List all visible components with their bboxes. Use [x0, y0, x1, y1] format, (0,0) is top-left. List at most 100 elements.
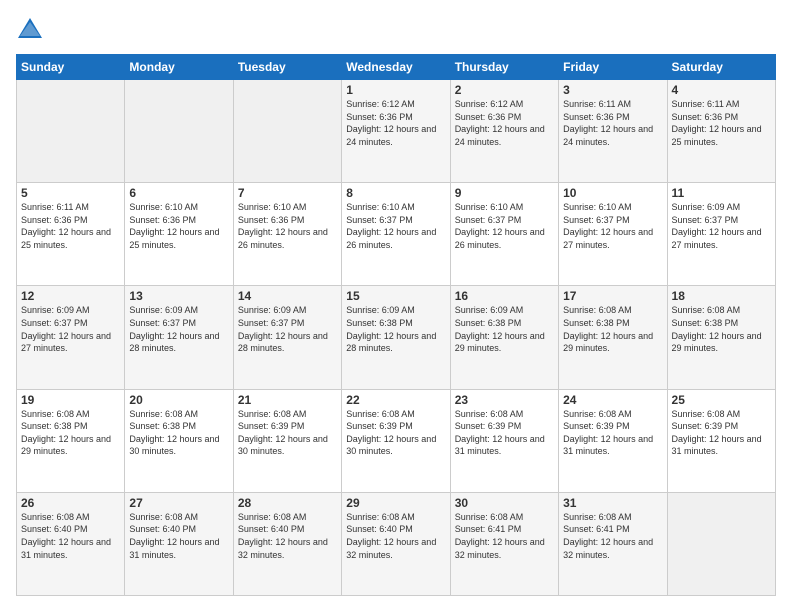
calendar-cell: 1Sunrise: 6:12 AM Sunset: 6:36 PM Daylig… — [342, 80, 450, 183]
day-info: Sunrise: 6:12 AM Sunset: 6:36 PM Dayligh… — [346, 98, 445, 148]
calendar-cell: 25Sunrise: 6:08 AM Sunset: 6:39 PM Dayli… — [667, 389, 775, 492]
calendar-cell: 27Sunrise: 6:08 AM Sunset: 6:40 PM Dayli… — [125, 492, 233, 595]
day-info: Sunrise: 6:08 AM Sunset: 6:39 PM Dayligh… — [455, 408, 554, 458]
day-info: Sunrise: 6:08 AM Sunset: 6:40 PM Dayligh… — [129, 511, 228, 561]
day-info: Sunrise: 6:09 AM Sunset: 6:37 PM Dayligh… — [21, 304, 120, 354]
day-number: 26 — [21, 496, 120, 510]
calendar-cell: 2Sunrise: 6:12 AM Sunset: 6:36 PM Daylig… — [450, 80, 558, 183]
calendar-cell — [17, 80, 125, 183]
day-number: 30 — [455, 496, 554, 510]
day-info: Sunrise: 6:08 AM Sunset: 6:38 PM Dayligh… — [21, 408, 120, 458]
day-info: Sunrise: 6:08 AM Sunset: 6:39 PM Dayligh… — [238, 408, 337, 458]
calendar-week-row: 5Sunrise: 6:11 AM Sunset: 6:36 PM Daylig… — [17, 183, 776, 286]
day-number: 3 — [563, 83, 662, 97]
day-number: 16 — [455, 289, 554, 303]
logo — [16, 16, 48, 44]
calendar-cell: 6Sunrise: 6:10 AM Sunset: 6:36 PM Daylig… — [125, 183, 233, 286]
calendar-week-row: 26Sunrise: 6:08 AM Sunset: 6:40 PM Dayli… — [17, 492, 776, 595]
day-info: Sunrise: 6:08 AM Sunset: 6:39 PM Dayligh… — [346, 408, 445, 458]
day-info: Sunrise: 6:08 AM Sunset: 6:41 PM Dayligh… — [563, 511, 662, 561]
day-number: 24 — [563, 393, 662, 407]
day-info: Sunrise: 6:08 AM Sunset: 6:40 PM Dayligh… — [346, 511, 445, 561]
logo-icon — [16, 16, 44, 44]
day-number: 27 — [129, 496, 228, 510]
day-info: Sunrise: 6:11 AM Sunset: 6:36 PM Dayligh… — [563, 98, 662, 148]
page: SundayMondayTuesdayWednesdayThursdayFrid… — [0, 0, 792, 612]
calendar-week-row: 12Sunrise: 6:09 AM Sunset: 6:37 PM Dayli… — [17, 286, 776, 389]
day-info: Sunrise: 6:11 AM Sunset: 6:36 PM Dayligh… — [672, 98, 771, 148]
calendar-cell: 21Sunrise: 6:08 AM Sunset: 6:39 PM Dayli… — [233, 389, 341, 492]
day-number: 15 — [346, 289, 445, 303]
day-info: Sunrise: 6:08 AM Sunset: 6:38 PM Dayligh… — [563, 304, 662, 354]
weekday-header: Friday — [559, 55, 667, 80]
day-number: 31 — [563, 496, 662, 510]
day-info: Sunrise: 6:08 AM Sunset: 6:39 PM Dayligh… — [563, 408, 662, 458]
day-info: Sunrise: 6:09 AM Sunset: 6:37 PM Dayligh… — [672, 201, 771, 251]
calendar-cell: 30Sunrise: 6:08 AM Sunset: 6:41 PM Dayli… — [450, 492, 558, 595]
day-number: 11 — [672, 186, 771, 200]
day-number: 19 — [21, 393, 120, 407]
calendar-cell: 28Sunrise: 6:08 AM Sunset: 6:40 PM Dayli… — [233, 492, 341, 595]
day-number: 21 — [238, 393, 337, 407]
day-number: 14 — [238, 289, 337, 303]
calendar-cell: 14Sunrise: 6:09 AM Sunset: 6:37 PM Dayli… — [233, 286, 341, 389]
day-number: 1 — [346, 83, 445, 97]
calendar-week-row: 19Sunrise: 6:08 AM Sunset: 6:38 PM Dayli… — [17, 389, 776, 492]
calendar-cell: 17Sunrise: 6:08 AM Sunset: 6:38 PM Dayli… — [559, 286, 667, 389]
day-number: 9 — [455, 186, 554, 200]
day-info: Sunrise: 6:11 AM Sunset: 6:36 PM Dayligh… — [21, 201, 120, 251]
calendar-cell: 22Sunrise: 6:08 AM Sunset: 6:39 PM Dayli… — [342, 389, 450, 492]
calendar-cell: 19Sunrise: 6:08 AM Sunset: 6:38 PM Dayli… — [17, 389, 125, 492]
calendar-cell: 13Sunrise: 6:09 AM Sunset: 6:37 PM Dayli… — [125, 286, 233, 389]
calendar-cell: 23Sunrise: 6:08 AM Sunset: 6:39 PM Dayli… — [450, 389, 558, 492]
day-number: 10 — [563, 186, 662, 200]
calendar-cell: 26Sunrise: 6:08 AM Sunset: 6:40 PM Dayli… — [17, 492, 125, 595]
calendar-cell: 5Sunrise: 6:11 AM Sunset: 6:36 PM Daylig… — [17, 183, 125, 286]
day-info: Sunrise: 6:08 AM Sunset: 6:39 PM Dayligh… — [672, 408, 771, 458]
day-number: 12 — [21, 289, 120, 303]
day-number: 8 — [346, 186, 445, 200]
day-info: Sunrise: 6:09 AM Sunset: 6:38 PM Dayligh… — [455, 304, 554, 354]
day-number: 6 — [129, 186, 228, 200]
day-number: 28 — [238, 496, 337, 510]
weekday-header-row: SundayMondayTuesdayWednesdayThursdayFrid… — [17, 55, 776, 80]
calendar-cell: 10Sunrise: 6:10 AM Sunset: 6:37 PM Dayli… — [559, 183, 667, 286]
day-info: Sunrise: 6:10 AM Sunset: 6:36 PM Dayligh… — [238, 201, 337, 251]
day-info: Sunrise: 6:10 AM Sunset: 6:37 PM Dayligh… — [563, 201, 662, 251]
calendar-cell — [667, 492, 775, 595]
calendar-cell: 16Sunrise: 6:09 AM Sunset: 6:38 PM Dayli… — [450, 286, 558, 389]
day-number: 13 — [129, 289, 228, 303]
calendar-table: SundayMondayTuesdayWednesdayThursdayFrid… — [16, 54, 776, 596]
calendar-cell: 9Sunrise: 6:10 AM Sunset: 6:37 PM Daylig… — [450, 183, 558, 286]
day-info: Sunrise: 6:10 AM Sunset: 6:37 PM Dayligh… — [455, 201, 554, 251]
calendar-cell: 24Sunrise: 6:08 AM Sunset: 6:39 PM Dayli… — [559, 389, 667, 492]
calendar-cell: 15Sunrise: 6:09 AM Sunset: 6:38 PM Dayli… — [342, 286, 450, 389]
day-info: Sunrise: 6:12 AM Sunset: 6:36 PM Dayligh… — [455, 98, 554, 148]
day-info: Sunrise: 6:08 AM Sunset: 6:40 PM Dayligh… — [21, 511, 120, 561]
calendar-cell — [125, 80, 233, 183]
weekday-header: Monday — [125, 55, 233, 80]
weekday-header: Wednesday — [342, 55, 450, 80]
calendar-week-row: 1Sunrise: 6:12 AM Sunset: 6:36 PM Daylig… — [17, 80, 776, 183]
day-number: 23 — [455, 393, 554, 407]
weekday-header: Sunday — [17, 55, 125, 80]
day-info: Sunrise: 6:08 AM Sunset: 6:38 PM Dayligh… — [129, 408, 228, 458]
day-number: 4 — [672, 83, 771, 97]
day-number: 17 — [563, 289, 662, 303]
calendar-cell: 12Sunrise: 6:09 AM Sunset: 6:37 PM Dayli… — [17, 286, 125, 389]
calendar-cell: 31Sunrise: 6:08 AM Sunset: 6:41 PM Dayli… — [559, 492, 667, 595]
day-info: Sunrise: 6:09 AM Sunset: 6:37 PM Dayligh… — [238, 304, 337, 354]
calendar-cell: 3Sunrise: 6:11 AM Sunset: 6:36 PM Daylig… — [559, 80, 667, 183]
day-number: 7 — [238, 186, 337, 200]
day-number: 22 — [346, 393, 445, 407]
day-info: Sunrise: 6:08 AM Sunset: 6:40 PM Dayligh… — [238, 511, 337, 561]
weekday-header: Tuesday — [233, 55, 341, 80]
calendar-cell — [233, 80, 341, 183]
day-info: Sunrise: 6:08 AM Sunset: 6:38 PM Dayligh… — [672, 304, 771, 354]
calendar-cell: 8Sunrise: 6:10 AM Sunset: 6:37 PM Daylig… — [342, 183, 450, 286]
day-number: 18 — [672, 289, 771, 303]
day-info: Sunrise: 6:10 AM Sunset: 6:37 PM Dayligh… — [346, 201, 445, 251]
day-info: Sunrise: 6:08 AM Sunset: 6:41 PM Dayligh… — [455, 511, 554, 561]
day-info: Sunrise: 6:09 AM Sunset: 6:37 PM Dayligh… — [129, 304, 228, 354]
calendar-cell: 7Sunrise: 6:10 AM Sunset: 6:36 PM Daylig… — [233, 183, 341, 286]
